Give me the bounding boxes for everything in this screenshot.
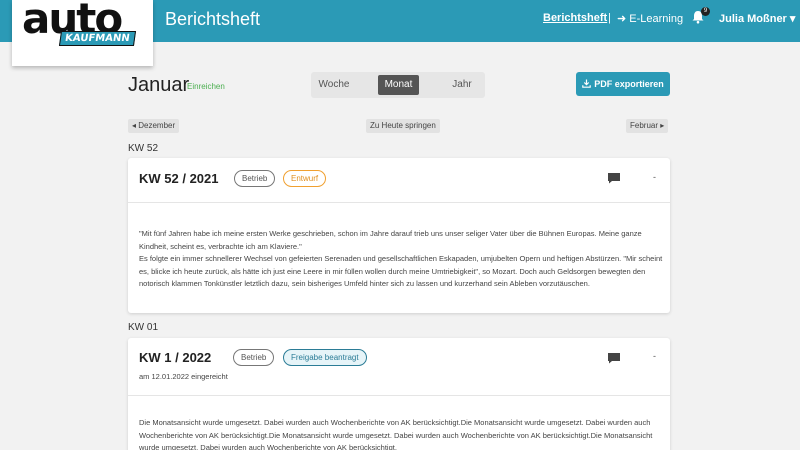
month-title: Januar <box>128 74 190 96</box>
week-section-label: KW 01 <box>128 322 159 333</box>
week-report-text: "Mit fünf Jahren habe ich meine ersten W… <box>139 229 663 288</box>
next-month-label: Februar <box>630 121 659 130</box>
tag-badge: Betrieb <box>233 349 275 366</box>
week-report-text: Die Monatsansicht wurde umgesetzt. Dabei… <box>139 418 653 450</box>
pdf-export-label: PDF exportieren <box>594 79 664 89</box>
prev-month-label: Dezember <box>138 121 176 130</box>
week-section-label: KW 52 <box>128 143 159 154</box>
card-divider <box>128 395 670 396</box>
caret-left-icon: ◂ <box>132 121 137 130</box>
nav-separator: | <box>608 12 611 24</box>
caret-down-icon: ▾ <box>789 13 796 25</box>
nav-elearning-link[interactable]: ➜ E-Learning <box>617 12 683 25</box>
caret-right-icon: ▸ <box>660 121 665 130</box>
status-badge: Freigabe beantragt <box>283 349 367 366</box>
next-month-button[interactable]: Februar ▸ <box>626 119 669 133</box>
card-divider <box>128 202 670 203</box>
collapse-toggle[interactable]: - <box>653 172 656 182</box>
week-report-card: KW 1 / 2022 Betrieb Freigabe beantragt a… <box>128 338 670 450</box>
status-badge: Entwurf <box>283 170 327 187</box>
prev-month-button[interactable]: ◂ Dezember <box>128 119 180 133</box>
comment-icon[interactable] <box>607 352 621 364</box>
arrow-right-icon: ➜ <box>617 13 627 25</box>
comment-icon[interactable] <box>607 172 621 184</box>
view-year-button[interactable]: Jahr <box>443 75 481 95</box>
view-week-button[interactable]: Woche <box>315 75 353 95</box>
submitted-date: am 12.01.2022 eingereicht <box>139 372 228 381</box>
view-switcher: Woche Monat Jahr <box>311 72 485 98</box>
week-report-title: KW 52 / 2021 <box>139 171 219 186</box>
week-report-card: KW 52 / 2021 Betrieb Entwurf - "Mit fünf… <box>128 158 670 313</box>
einreichen-link[interactable]: Einreichen <box>187 82 225 91</box>
collapse-toggle[interactable]: - <box>653 351 656 361</box>
week-report-title: KW 1 / 2022 <box>139 350 212 365</box>
nav-berichtsheft-link[interactable]: Berichtsheft <box>543 12 607 24</box>
logo[interactable]: auto KAUFMANN <box>12 0 153 66</box>
nav-elearning-label: E-Learning <box>629 13 684 25</box>
notification-count-badge: 9 <box>701 7 710 16</box>
pdf-export-button[interactable]: PDF exportieren <box>576 72 670 96</box>
jump-today-button[interactable]: Zu Heute springen <box>366 119 440 133</box>
view-month-button[interactable]: Monat <box>378 75 419 95</box>
tag-badge: Betrieb <box>234 170 276 187</box>
app-title: Berichtsheft <box>165 9 261 29</box>
user-menu[interactable]: Julia Moßner ▾ <box>719 12 795 25</box>
logo-text-kaufmann: KAUFMANN <box>58 31 136 46</box>
download-icon <box>582 79 592 88</box>
user-name: Julia Moßner <box>719 13 787 25</box>
